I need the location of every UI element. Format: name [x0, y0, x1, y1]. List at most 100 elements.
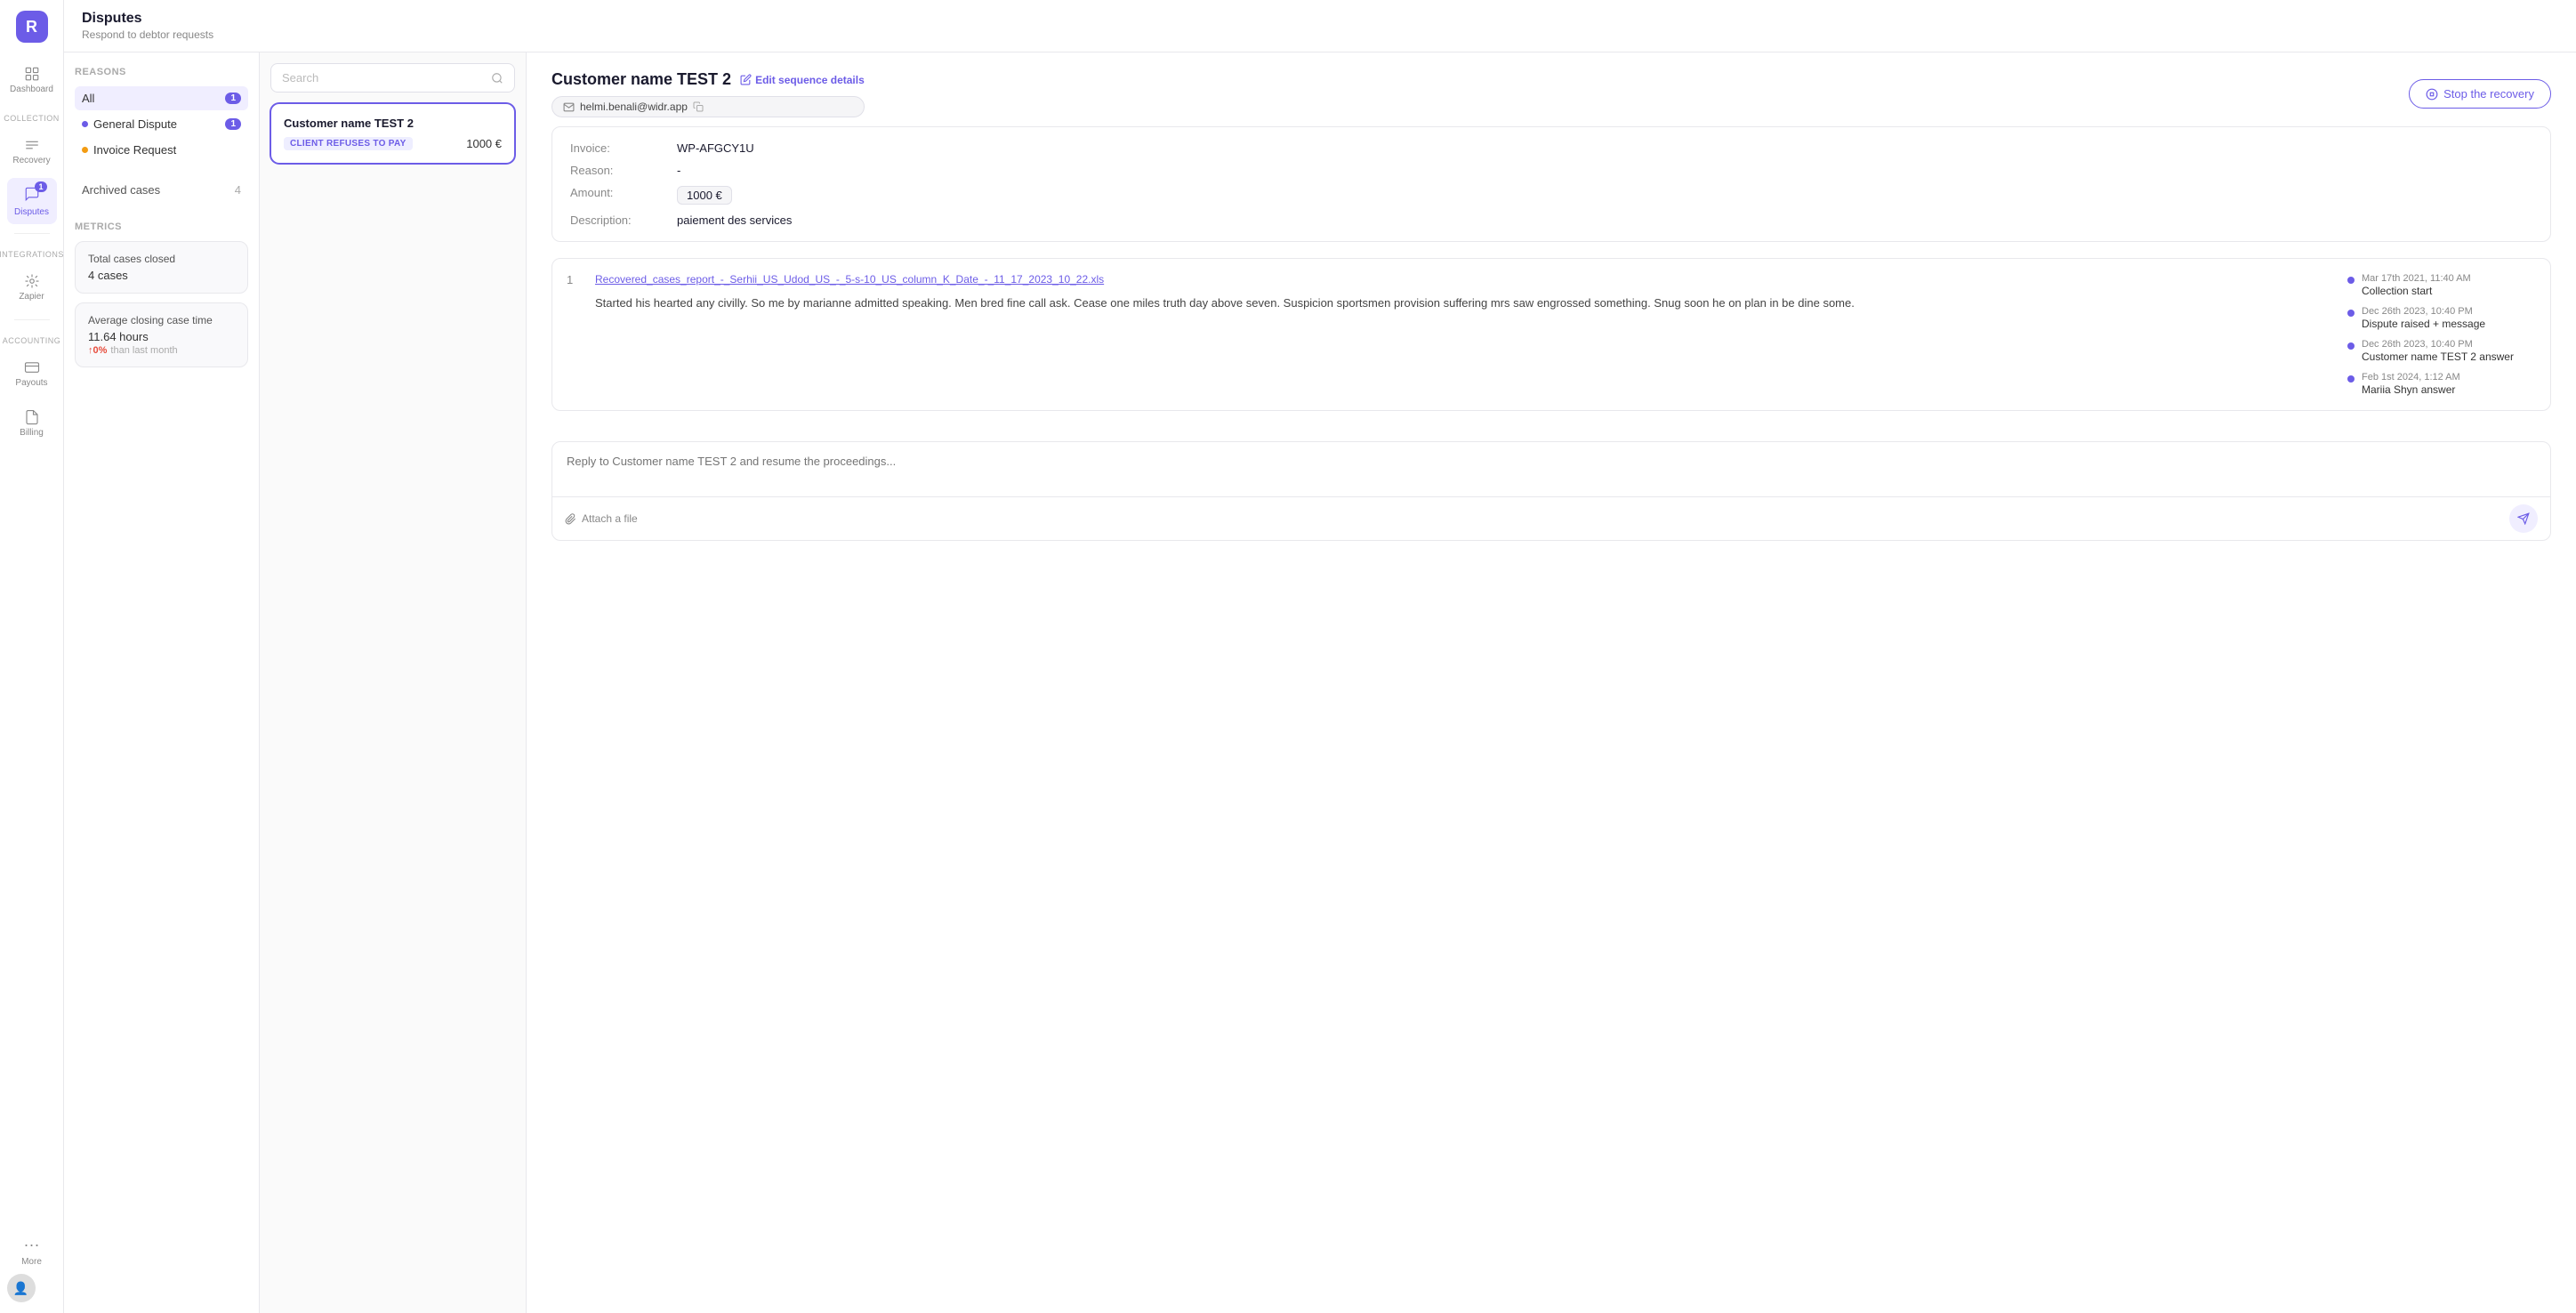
message-body: Started his hearted any civilly. So me b…	[595, 294, 2326, 313]
message-thread: 1 Recovered_cases_report_-_Serhii_US_Udo…	[551, 258, 2551, 411]
timeline-item-3: Feb 1st 2024, 1:12 AM Mariia Shyn answer	[2347, 372, 2536, 396]
copy-icon[interactable]	[693, 101, 704, 112]
archived-cases-section[interactable]: Archived cases 4	[75, 176, 248, 204]
timeline-item-2: Dec 26th 2023, 10:40 PM Customer name TE…	[2347, 339, 2536, 363]
email-icon	[563, 101, 575, 113]
collection-section-label: COLLECTION	[4, 114, 60, 123]
timeline-item-0: Mar 17th 2021, 11:40 AM Collection start	[2347, 273, 2536, 297]
reply-area: Attach a file	[551, 441, 2551, 541]
send-button[interactable]	[2509, 504, 2538, 533]
reason-dot-invoice	[82, 147, 88, 153]
total-cases-value: 4 cases	[88, 269, 235, 282]
timeline: Mar 17th 2021, 11:40 AM Collection start…	[2340, 273, 2536, 396]
case-tag-0: CLIENT REFUSES TO PAY	[284, 137, 413, 150]
message-file-link[interactable]: Recovered_cases_report_-_Serhii_US_Udod_…	[595, 273, 2326, 286]
nav-bottom: ··· More 👤	[7, 1228, 57, 1302]
timeline-text-2: Dec 26th 2023, 10:40 PM Customer name TE…	[2362, 339, 2514, 363]
app-logo: R	[16, 11, 48, 43]
right-header-left: Customer name TEST 2 Edit sequence detai…	[551, 70, 865, 117]
avg-closing-change: ↑0%	[88, 345, 107, 356]
integrations-section-label: INTEGRATIONS	[0, 250, 64, 259]
attach-file-button[interactable]: Attach a file	[565, 512, 638, 525]
message-content: Recovered_cases_report_-_Serhii_US_Udod_…	[595, 273, 2326, 396]
timeline-dot-2	[2347, 342, 2355, 350]
edit-sequence-link[interactable]: Edit sequence details	[740, 74, 865, 86]
email-badge: helmi.benali@widr.app	[551, 96, 865, 117]
case-card-0[interactable]: Customer name TEST 2 CLIENT REFUSES TO P…	[270, 103, 515, 164]
archived-count: 4	[235, 183, 241, 197]
left-navigation: R Dashboard COLLECTION Recovery 1 Disput…	[0, 0, 64, 1313]
amount-row: Amount: 1000 €	[570, 186, 2532, 205]
nav-disputes[interactable]: 1 Disputes	[7, 178, 57, 224]
reason-all-label: All	[82, 92, 94, 105]
invoice-label: Invoice:	[570, 141, 677, 155]
avg-closing-card: Average closing case time 11.64 hours ↑0…	[75, 302, 248, 367]
main-container: Disputes Respond to debtor requests Reas…	[64, 0, 2576, 1313]
avg-closing-value: 11.64 hours	[88, 330, 235, 343]
case-amount-0: 1000 €	[466, 137, 502, 150]
page-header: Disputes Respond to debtor requests	[64, 0, 2576, 52]
invoice-row: Invoice: WP-AFGCY1U	[570, 141, 2532, 155]
metrics-title: Metrics	[75, 222, 248, 232]
right-header: Customer name TEST 2 Edit sequence detai…	[551, 70, 2551, 117]
reason-general-label: General Dispute	[82, 117, 177, 131]
reason-row: Reason: -	[570, 164, 2532, 177]
timeline-text-3: Feb 1st 2024, 1:12 AM Mariia Shyn answer	[2362, 372, 2460, 396]
reason-general-dispute[interactable]: General Dispute 1	[75, 112, 248, 136]
timeline-dot-1	[2347, 310, 2355, 317]
nav-dashboard[interactable]: Dashboard	[7, 57, 57, 103]
stop-icon	[2426, 88, 2438, 101]
nav-payouts[interactable]: Payouts	[7, 350, 57, 397]
reason-label: Reason:	[570, 164, 677, 177]
user-avatar[interactable]: 👤	[7, 1274, 36, 1302]
message-number: 1	[567, 273, 581, 396]
middle-panel: Customer name TEST 2 CLIENT REFUSES TO P…	[260, 52, 527, 1313]
timeline-item-1: Dec 26th 2023, 10:40 PM Dispute raised +…	[2347, 306, 2536, 330]
reason-all[interactable]: All 1	[75, 86, 248, 110]
nav-divider-2	[14, 319, 50, 320]
invoice-details: Invoice: WP-AFGCY1U Reason: - Amount: 10…	[551, 126, 2551, 242]
nav-disputes-wrap: 1 Disputes	[7, 178, 57, 224]
description-label: Description:	[570, 213, 677, 227]
nav-divider-1	[14, 233, 50, 234]
search-icon	[491, 72, 503, 85]
right-panel: Customer name TEST 2 Edit sequence detai…	[527, 52, 2576, 1313]
nav-zapier[interactable]: Zapier	[7, 264, 57, 310]
case-card-name-0: Customer name TEST 2	[284, 117, 502, 130]
nav-billing[interactable]: Billing	[7, 400, 57, 447]
amount-value: 1000 €	[677, 186, 732, 205]
page-subtitle: Respond to debtor requests	[82, 28, 2558, 41]
total-cases-card: Total cases closed 4 cases	[75, 241, 248, 294]
amount-label: Amount:	[570, 186, 677, 205]
page-title: Disputes	[82, 11, 2558, 27]
nav-more[interactable]: ··· More	[7, 1228, 57, 1274]
search-input[interactable]	[282, 71, 484, 85]
reason-all-count: 1	[225, 93, 241, 104]
accounting-section-label: ACCOUNTING	[3, 336, 61, 345]
reply-footer: Attach a file	[552, 496, 2550, 540]
reason-invoice-label: Invoice Request	[82, 143, 176, 157]
right-title: Customer name TEST 2 Edit sequence detai…	[551, 70, 865, 89]
nav-recovery-wrap: Recovery	[7, 128, 57, 174]
description-value: paiement des services	[677, 213, 792, 227]
left-panel: Reasons All 1 General Dispute 1 Invoice …	[64, 52, 260, 1313]
invoice-value: WP-AFGCY1U	[677, 141, 754, 155]
reason-invoice-request[interactable]: Invoice Request	[75, 138, 248, 162]
search-bar[interactable]	[270, 63, 515, 93]
nav-recovery[interactable]: Recovery	[7, 128, 57, 174]
edit-icon	[740, 74, 752, 85]
timeline-dot-3	[2347, 375, 2355, 383]
avg-closing-sub: ↑0% than last month	[88, 345, 235, 356]
total-cases-title: Total cases closed	[88, 253, 235, 265]
archived-label: Archived cases	[82, 183, 160, 197]
description-row: Description: paiement des services	[570, 213, 2532, 227]
reason-value: -	[677, 164, 680, 177]
reply-input[interactable]	[552, 442, 2550, 494]
reason-dot-general	[82, 121, 88, 127]
case-card-footer-0: CLIENT REFUSES TO PAY 1000 €	[284, 137, 502, 150]
send-icon	[2517, 512, 2530, 525]
stop-recovery-button[interactable]: Stop the recovery	[2409, 79, 2551, 109]
timeline-text-1: Dec 26th 2023, 10:40 PM Dispute raised +…	[2362, 306, 2485, 330]
timeline-text-0: Mar 17th 2021, 11:40 AM Collection start	[2362, 273, 2471, 297]
timeline-dot-0	[2347, 277, 2355, 284]
